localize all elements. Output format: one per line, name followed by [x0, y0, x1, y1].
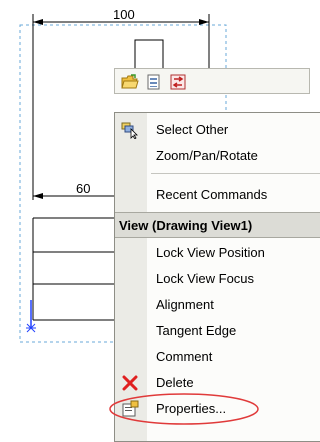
- menu-separator: [151, 173, 320, 174]
- dimension-60[interactable]: [33, 193, 114, 199]
- delete-x-icon: [122, 375, 138, 391]
- menu-item-recent-commands[interactable]: Recent Commands: [115, 182, 320, 208]
- menu-item-label: Comment: [156, 349, 213, 364]
- folder-open-icon[interactable]: [121, 73, 139, 91]
- menu-item-label: Select Other: [156, 122, 229, 137]
- context-toolbar: [114, 68, 310, 94]
- menu-item-label: Lock View Position: [156, 245, 265, 260]
- menu-item-label: Zoom/Pan/Rotate: [156, 148, 258, 163]
- dimension-label-100: 100: [113, 7, 135, 22]
- menu-item-label: Alignment: [156, 297, 214, 312]
- menu-item-zoom-pan-rotate[interactable]: Zoom/Pan/Rotate: [115, 143, 320, 169]
- menu-item-alignment[interactable]: Alignment: [115, 292, 320, 318]
- menu-item-label: Delete: [156, 375, 194, 390]
- menu-item-label: Tangent Edge: [156, 323, 237, 338]
- dimension-label-60: 60: [76, 181, 91, 196]
- origin-axis-marker: [26, 300, 36, 333]
- menu-item-lock-view-position[interactable]: Lock View Position: [115, 240, 320, 266]
- menu-item-comment[interactable]: Comment: [115, 344, 320, 370]
- select-other-icon: [121, 122, 138, 139]
- list-view-icon[interactable]: [145, 73, 163, 91]
- swap-icon[interactable]: [169, 73, 187, 91]
- highlight-ellipse: [109, 393, 259, 425]
- menu-section-header: View (Drawing View1): [115, 212, 320, 238]
- menu-item-label: Recent Commands: [156, 187, 268, 202]
- menu-item-lock-view-focus[interactable]: Lock View Focus: [115, 266, 320, 292]
- menu-item-tangent-edge[interactable]: Tangent Edge: [115, 318, 320, 344]
- menu-item-label: Lock View Focus: [156, 271, 255, 286]
- menu-item-select-other[interactable]: Select Other: [115, 117, 320, 143]
- menu-section-title: View (Drawing View1): [119, 218, 253, 233]
